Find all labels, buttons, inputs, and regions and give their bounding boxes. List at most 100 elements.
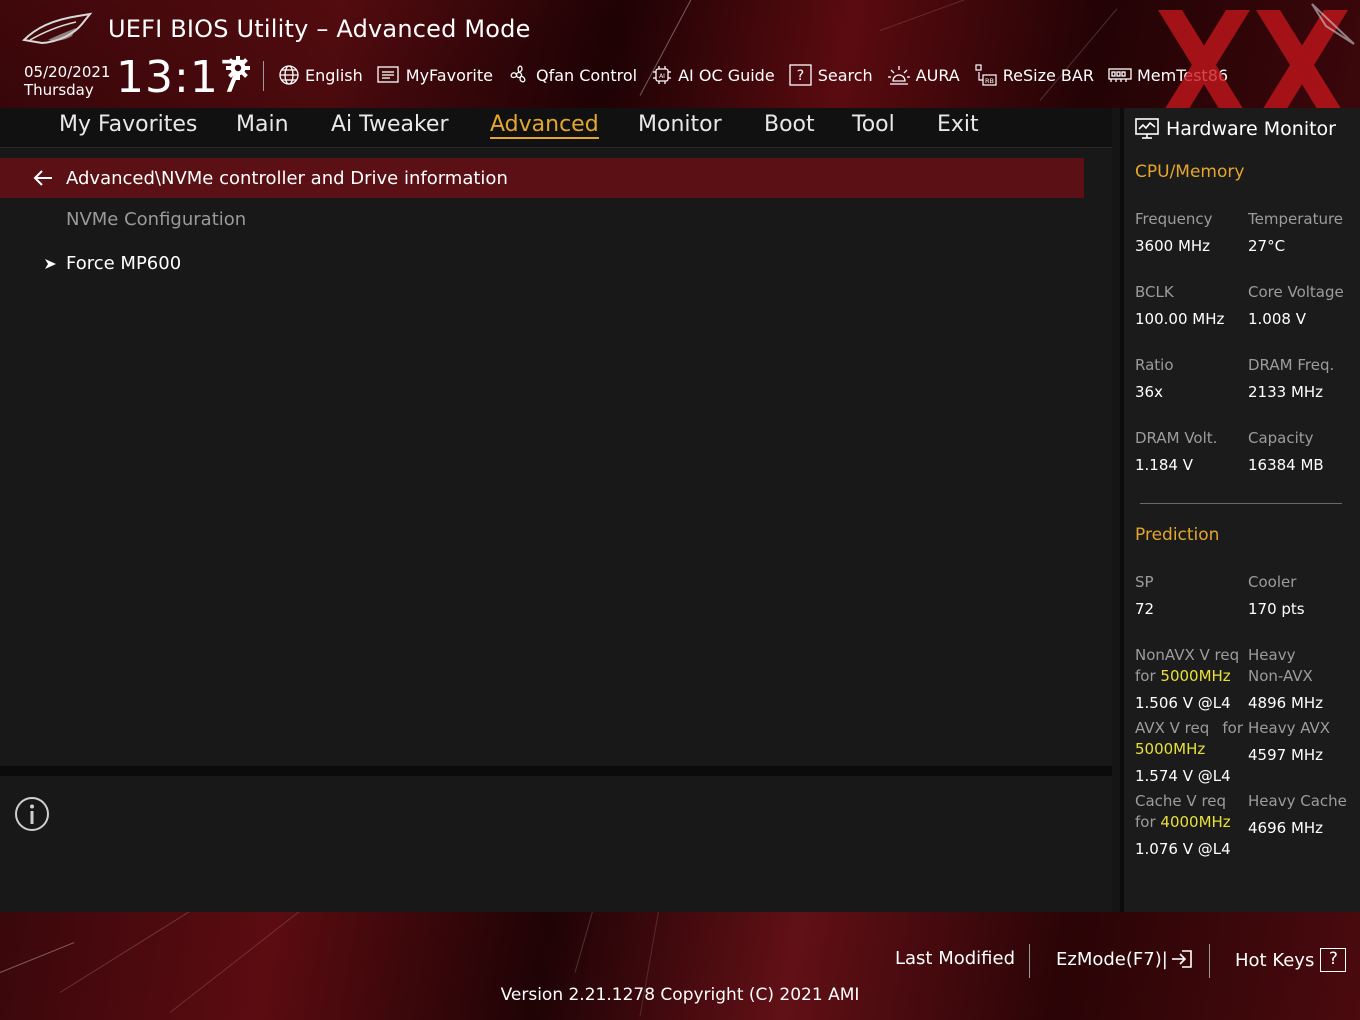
monitor-icon xyxy=(1135,118,1159,139)
ezmode-button[interactable]: EzMode(F7)| xyxy=(1056,948,1194,970)
search-label: Search xyxy=(817,65,873,85)
heavy-cache-value: 4696 MHz xyxy=(1248,819,1324,837)
resize-bar-button[interactable]: RB ReSize BAR xyxy=(974,63,1094,87)
tab-boot[interactable]: Boot xyxy=(764,112,815,137)
ai-oc-guide-label: AI OC Guide xyxy=(678,65,775,85)
rog-logo-icon xyxy=(22,12,93,45)
cache-vreq-label-line1: Cache V req xyxy=(1135,792,1227,810)
help-divider xyxy=(0,766,1112,776)
weekday-text: Thursday xyxy=(24,81,94,99)
tab-main[interactable]: Main xyxy=(236,112,289,137)
tab-exit[interactable]: Exit xyxy=(937,112,979,137)
main-tab-bar: My Favorites Main Ai Tweaker Advanced Mo… xyxy=(0,108,1112,148)
language-button[interactable]: English xyxy=(278,64,363,86)
cache-vreq-value: 1.076 V @L4 xyxy=(1135,840,1231,858)
nonavx-vreq-label-line2: for 5000MHz xyxy=(1135,666,1239,687)
temperature-label: Temperature xyxy=(1248,210,1344,228)
hardware-monitor-separator xyxy=(1140,503,1342,504)
core-voltage-value: 1.008 V xyxy=(1248,310,1306,328)
myfavorite-button[interactable]: MyFavorite xyxy=(377,65,493,85)
date-display: 05/20/2021 Thursday xyxy=(24,63,110,99)
dram-freq-value: 2133 MHz xyxy=(1248,383,1324,401)
resize-bar-icon: RB xyxy=(975,64,997,86)
hot-keys-button[interactable]: Hot Keys ? xyxy=(1235,948,1347,972)
qfan-control-label: Qfan Control xyxy=(536,65,638,85)
tab-tool[interactable]: Tool xyxy=(852,112,895,137)
exit-arrow-icon xyxy=(1171,950,1192,968)
tab-ai-tweaker[interactable]: Ai Tweaker xyxy=(331,112,449,137)
help-panel xyxy=(0,776,1112,912)
hardware-monitor-panel: Hardware Monitor CPU/Memory Frequency Te… xyxy=(1120,108,1360,912)
nonavx-target-freq: 5000MHz xyxy=(1160,667,1231,685)
temperature-value: 27°C xyxy=(1248,237,1286,255)
ai-chip-icon: AI xyxy=(653,66,672,84)
hot-keys-label: Hot Keys xyxy=(1235,949,1315,971)
dram-volt-value: 1.184 V xyxy=(1135,456,1193,474)
version-text: Version 2.21.1278 Copyright (C) 2021 AMI xyxy=(500,985,860,1005)
cache-for-text: for xyxy=(1135,813,1161,831)
heavy-avx-label: Heavy AVX xyxy=(1248,719,1331,737)
nonavx-for-text: for xyxy=(1135,667,1161,685)
sp-label: SP xyxy=(1135,573,1154,591)
section-label-nvme: NVMe Configuration xyxy=(66,209,247,230)
heavy-nonavx-label-line2: Non-AVX xyxy=(1248,667,1313,685)
toolbar: English MyFavorite Qfan Control AI AI OC… xyxy=(278,62,1242,88)
favorite-list-icon xyxy=(377,66,399,83)
nonavx-vreq-label: NonAVX V req for 5000MHz xyxy=(1135,645,1239,687)
question-box-icon: ? xyxy=(789,64,812,86)
aura-button[interactable]: AURA xyxy=(887,64,960,86)
header-separator xyxy=(263,61,264,91)
nonavx-vreq-label-line1: NonAVX V req xyxy=(1135,646,1240,664)
ratio-value: 36x xyxy=(1135,383,1163,401)
avx-for-text: for xyxy=(1222,719,1243,737)
cache-vreq-label: Cache V req for 4000MHz xyxy=(1135,791,1231,833)
submenu-label: Force MP600 xyxy=(66,253,182,274)
avx-target-freq: 5000MHz xyxy=(1135,740,1206,758)
ai-oc-guide-button[interactable]: AI AI OC Guide xyxy=(651,64,775,86)
tab-advanced[interactable]: Advanced xyxy=(490,112,599,139)
svg-text:RB: RB xyxy=(985,77,994,85)
settings-gear-icon[interactable] xyxy=(225,55,251,81)
footer-separator-2 xyxy=(1209,944,1210,978)
globe-icon xyxy=(279,65,299,85)
svg-text:AI: AI xyxy=(659,73,665,80)
breadcrumb[interactable]: Advanced\NVMe controller and Drive infor… xyxy=(0,158,1084,198)
tab-my-favorites[interactable]: My Favorites xyxy=(59,112,197,137)
aura-label: AURA xyxy=(915,65,960,85)
frequency-value: 3600 MHz xyxy=(1135,237,1211,255)
avx-vreq-label: AVX V req for 5000MHz xyxy=(1135,718,1243,760)
footer-separator xyxy=(1029,944,1030,978)
back-arrow-icon[interactable] xyxy=(32,168,54,188)
hardware-monitor-header: Hardware Monitor xyxy=(1134,112,1336,146)
heavy-nonavx-value: 4896 MHz xyxy=(1248,694,1324,712)
cpu-memory-heading: CPU/Memory xyxy=(1135,162,1245,182)
breadcrumb-path: Advanced\NVMe controller and Drive infor… xyxy=(66,167,508,189)
frequency-label: Frequency xyxy=(1135,210,1213,228)
nonavx-vreq-value: 1.506 V @L4 xyxy=(1135,694,1231,712)
heavy-nonavx-label-line1: Heavy xyxy=(1248,646,1296,664)
bclk-value: 100.00 MHz xyxy=(1135,310,1225,328)
language-label: English xyxy=(305,65,363,85)
qfan-control-button[interactable]: Qfan Control xyxy=(507,63,637,87)
core-voltage-label: Core Voltage xyxy=(1248,283,1344,301)
last-modified-button[interactable]: Last Modified xyxy=(895,948,1015,969)
date-text: 05/20/2021 xyxy=(24,63,111,81)
aura-light-icon xyxy=(887,66,910,85)
bclk-label: BCLK xyxy=(1135,283,1174,301)
tab-monitor[interactable]: Monitor xyxy=(638,112,722,137)
avx-vreq-text: AVX V req xyxy=(1135,719,1210,737)
question-box-icon: ? xyxy=(1320,948,1347,972)
submenu-item-force-mp600[interactable]: Force MP600 xyxy=(44,253,181,274)
fan-icon xyxy=(510,65,526,83)
prediction-heading: Prediction xyxy=(1135,525,1220,545)
search-button[interactable]: ? Search xyxy=(789,64,873,86)
dram-volt-label: DRAM Volt. xyxy=(1135,429,1218,447)
heavy-avx-value: 4597 MHz xyxy=(1248,746,1324,764)
info-icon xyxy=(15,797,49,831)
dram-freq-label: DRAM Freq. xyxy=(1248,356,1335,374)
cooler-value: 170 pts xyxy=(1248,600,1305,618)
heavy-cache-label: Heavy Cache xyxy=(1248,792,1347,810)
memory-icon xyxy=(1108,68,1132,82)
heavy-nonavx-label: Heavy Non-AVX xyxy=(1248,645,1313,687)
corner-decoration-icon xyxy=(1311,3,1355,45)
